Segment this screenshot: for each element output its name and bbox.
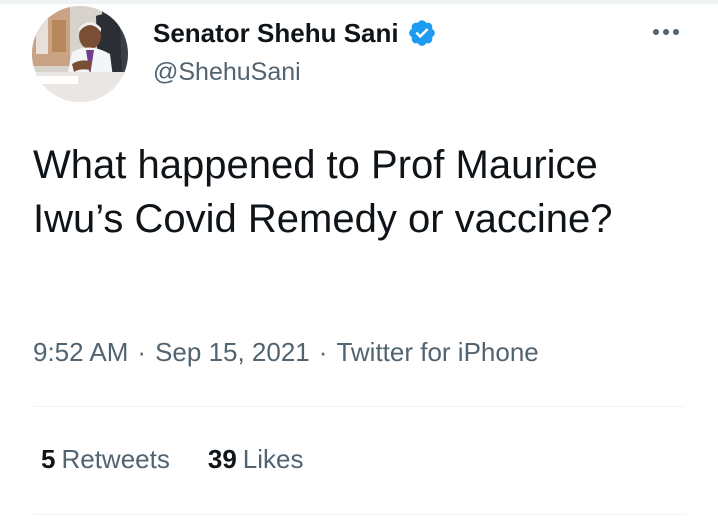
avatar[interactable] bbox=[32, 6, 128, 102]
more-dot bbox=[673, 29, 679, 35]
likes-label: Likes bbox=[242, 444, 304, 474]
author-name-row: Senator Shehu Sani bbox=[153, 17, 437, 49]
profile-photo bbox=[32, 6, 128, 102]
verified-badge-icon bbox=[407, 18, 437, 48]
meta-separator: · bbox=[137, 337, 147, 367]
likes-count: 39 bbox=[207, 444, 237, 474]
tweet-meta: 9:52 AM · Sep 15, 2021 · Twitter for iPhone bbox=[33, 337, 539, 368]
tweet-source[interactable]: Twitter for iPhone bbox=[336, 337, 538, 367]
author-display-name[interactable]: Senator Shehu Sani bbox=[153, 18, 399, 49]
retweets-label: Retweets bbox=[61, 444, 170, 474]
tweet-date[interactable]: Sep 15, 2021 bbox=[155, 337, 310, 367]
tweet-text: What happened to Prof Maurice Iwu’s Covi… bbox=[33, 143, 613, 241]
retweets-stat[interactable]: 5 Retweets bbox=[41, 444, 170, 475]
stats-bottom-divider bbox=[33, 514, 685, 515]
retweets-count: 5 bbox=[41, 444, 56, 474]
top-divider bbox=[0, 0, 718, 4]
stats-top-divider bbox=[33, 406, 685, 407]
meta-separator: · bbox=[318, 337, 328, 367]
more-horizontal-icon[interactable] bbox=[646, 19, 686, 45]
tweet-stats: 5 Retweets 39 Likes bbox=[41, 444, 341, 475]
more-dot bbox=[653, 29, 659, 35]
tweet-time[interactable]: 9:52 AM bbox=[33, 337, 128, 367]
more-dot bbox=[663, 29, 669, 35]
likes-stat[interactable]: 39 Likes bbox=[208, 444, 304, 475]
author-handle[interactable]: @ShehuSani bbox=[153, 58, 301, 87]
